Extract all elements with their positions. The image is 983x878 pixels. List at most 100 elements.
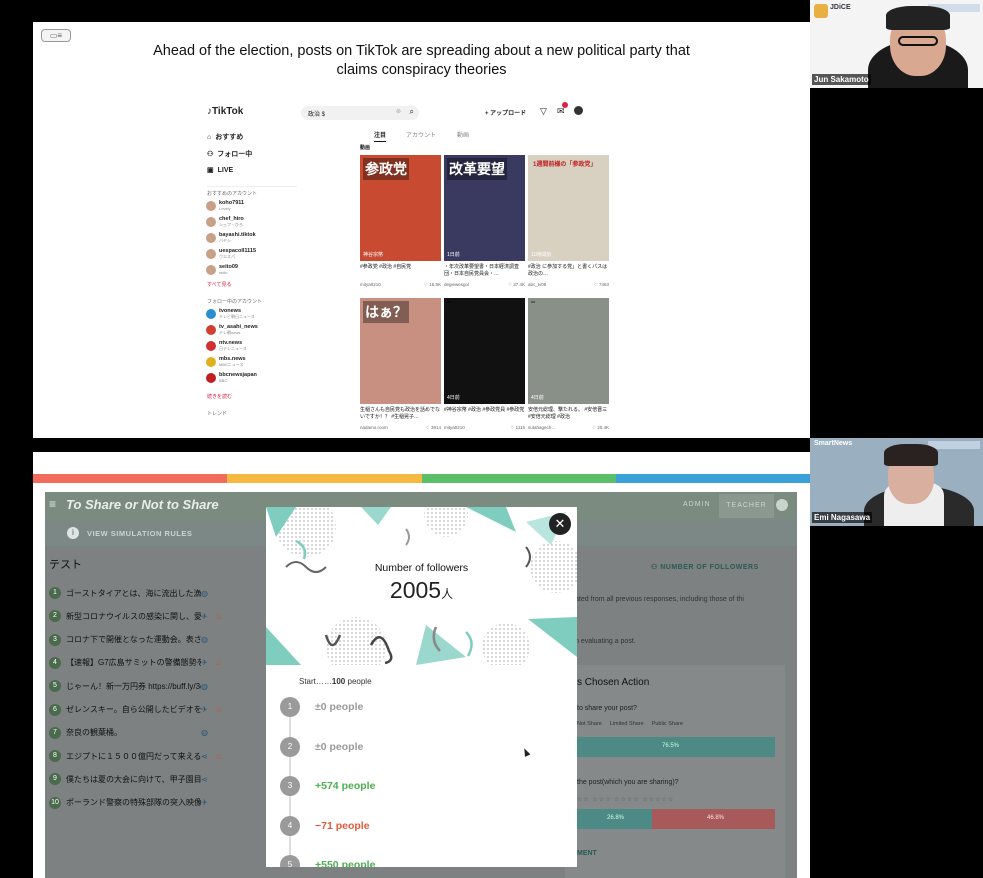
tab-videos[interactable]: 動画 (457, 130, 469, 139)
close-button[interactable]: ✕ (549, 513, 571, 535)
account-icon[interactable] (776, 499, 788, 511)
partner-logos (928, 441, 980, 449)
participant-tile-1: JDiCE Jun Sakamoto (810, 0, 983, 88)
step-number: 4 (280, 815, 300, 836)
follower-step: 3 +574 people (280, 776, 375, 796)
tiktok-screenshot: ♪TikTok 政治 $ ⊗ ⌕ + アップロード ▽ ✉ ⌂ おすすめ ⚇ フォロー中… (201, 100, 609, 438)
tab-top[interactable]: 注目 (374, 130, 387, 142)
globe-icon: ◍ (201, 588, 208, 598)
recommended-account[interactable]: koho7911 Lovely (206, 200, 244, 211)
video-user[interactable]: mitya0210 (360, 282, 381, 288)
post-list-item[interactable]: 5 じゃーん！新一万円券 https://buff.ly/3g… ◍ (49, 680, 208, 693)
avatar (206, 217, 216, 227)
participant-hair (886, 6, 950, 30)
following-account[interactable]: tv_asahi_news テレ朝news (206, 324, 258, 336)
post-list-item[interactable]: 9 僕たちは夏の大会に向けて、甲子園目指…⋖ (49, 773, 208, 786)
video-overlay-text: はぁ？ (363, 301, 409, 323)
menu-icon[interactable]: ≡ (49, 497, 56, 511)
upload-button[interactable]: + アップロード (485, 108, 526, 117)
comment-link[interactable]: MENT (577, 850, 597, 857)
video-age: 神谷宗幣 (363, 252, 384, 258)
teacher-button[interactable]: TEACHER (719, 494, 774, 518)
avatar (206, 357, 216, 367)
video-meta: degiewesgol ♡ 37.4K (444, 282, 525, 288)
post-number: 1 (49, 587, 61, 599)
post-number: 9 (49, 773, 61, 786)
like-count: 16.5K (429, 282, 441, 287)
following-account[interactable]: bbcnewsjapan BBC (206, 372, 257, 383)
video-thumbnail[interactable]: 1週間前様の「参政党」 11時間前 (528, 155, 609, 261)
post-list-item[interactable]: 7 奈良の観葉桶。 ◍ (49, 726, 208, 739)
video-age: 4日前 (447, 395, 460, 401)
recommended-account[interactable]: bayashi.tiktok バヤシ (206, 232, 256, 244)
like-count: 37.4K (513, 282, 525, 287)
people-icon: ⚇ (651, 564, 661, 571)
globe-icon: ◍ (201, 681, 208, 691)
video-age: 11時間前 (531, 252, 552, 258)
search-icon[interactable]: ⌕ (410, 107, 414, 117)
slide-title: Ahead of the election, posts on TikTok a… (153, 43, 690, 78)
video-user[interactable]: abc_tv06 (528, 282, 546, 288)
tab-accounts[interactable]: アカウント (406, 130, 436, 139)
video-thumbnail[interactable]: 参政党 神谷宗幣 (360, 155, 441, 261)
following-account[interactable]: tvonews テレビ朝日ニュース (206, 308, 255, 320)
bar-label: 76.5% (662, 743, 680, 749)
video-thumbnail[interactable]: 4日前 (528, 298, 609, 404)
post-list-item[interactable]: 2 新型コロナウイルスの感染に関し、愛知…✈ ♨ (49, 610, 222, 623)
following-account[interactable]: mbs.news MBSニュース (206, 356, 246, 368)
video-user[interactable]: sutahagech… (528, 425, 556, 431)
share-question: to share your post? (577, 705, 637, 712)
video-thumbnail[interactable]: 4日前 (444, 298, 525, 404)
followers-button[interactable]: ⚇ NUMBER OF FOLLOWERS (651, 563, 759, 571)
nav-live[interactable]: ▣ LIVE (207, 166, 233, 175)
post-list-item[interactable]: 4 【速報】G7広島サミットの警備態勢を強…✈ ♨ (49, 656, 222, 669)
participant-hair (884, 444, 938, 466)
show-more-link[interactable]: 続きを読む (207, 393, 232, 400)
step-change: −71 people (315, 819, 370, 832)
filter-icon[interactable]: ▽ (540, 106, 547, 117)
recommended-account[interactable]: chef_hiro シェフ・ひろ (206, 216, 244, 228)
fire-icon: ♨ (215, 705, 223, 714)
search-input[interactable]: 政治 $ ⊗ ⌕ (301, 106, 419, 120)
see-all-link[interactable]: すべて見る (207, 281, 231, 288)
nav-following[interactable]: ⚇ フォロー中 (207, 149, 252, 159)
post-list-item[interactable]: 10 ポーランド警察の特殊部隊の突入映像を…✈ (49, 796, 208, 809)
avatar[interactable] (574, 106, 583, 115)
video-user[interactable]: nadamo.room (360, 425, 388, 431)
following-account[interactable]: ntv.news 日テレニュース (206, 340, 247, 352)
plane-icon: ✈ (201, 798, 208, 808)
recommended-header: おすすめのアカウント (207, 191, 258, 197)
avatar (206, 341, 216, 351)
post-text: ゴーストタイアとは、海に流出した漁網や… (66, 588, 201, 598)
account-subtitle: MBSニュース (219, 362, 244, 367)
presentation-icon[interactable]: ▭≡ (41, 29, 71, 42)
participant-name: Jun Sakamoto (812, 74, 871, 85)
post-text: 僕たちは夏の大会に向けて、甲子園目指… (66, 774, 201, 784)
recommended-account[interactable]: uespacoll1115 ウエスパ (206, 248, 256, 260)
nav-foryou[interactable]: ⌂ おすすめ (207, 132, 243, 142)
video-thumbnail[interactable]: 改革要望 1日前 (444, 155, 525, 261)
post-number: 8 (49, 750, 61, 763)
video-thumbnail[interactable]: はぁ？ (360, 298, 441, 404)
video-user[interactable]: mitya0210 (444, 425, 465, 431)
post-list-item[interactable]: 1 ゴーストタイアとは、海に流出した漁網や…◍ (49, 587, 208, 599)
admin-button[interactable]: ADMIN (683, 501, 711, 508)
post-list-item[interactable]: 3 コロナ下で開催となった運動会。表さ2… ◍ (49, 633, 208, 646)
video-caption: #神谷宗幣 #政治 #参政党員 #参政党 (444, 407, 525, 413)
post-text: コロナ下で開催となった運動会。表さ2… (66, 635, 201, 645)
rules-button[interactable]: VIEW SIMULATION RULES (87, 529, 192, 538)
post-list-item[interactable]: 8 エジプトに１５００億円だって来えるね…⋖ ♨ (49, 750, 222, 763)
plane-icon: ✈ (201, 658, 208, 668)
video-user[interactable]: degiewesgol (444, 282, 469, 288)
avatar (206, 372, 216, 383)
video-age: 4日前 (531, 395, 544, 401)
video-overlay-text: 1週間前様の「参政党」 (533, 162, 597, 168)
color-stripe (33, 474, 810, 483)
clear-icon[interactable]: ⊗ (396, 108, 401, 115)
jdice-logo (814, 4, 828, 18)
post-list-item[interactable]: 6 ゼレンスキー。自ら公開したビデオを削…✈ ♨ (49, 703, 222, 716)
recommended-account[interactable]: seito09 seito (206, 264, 238, 275)
share-question-2: the post(which you are sharing)? (577, 779, 679, 786)
rating-stars: ☆☆ ☆☆☆ ☆☆☆☆ ☆☆☆☆☆ (577, 797, 675, 803)
step-change: ±0 people (315, 740, 364, 753)
